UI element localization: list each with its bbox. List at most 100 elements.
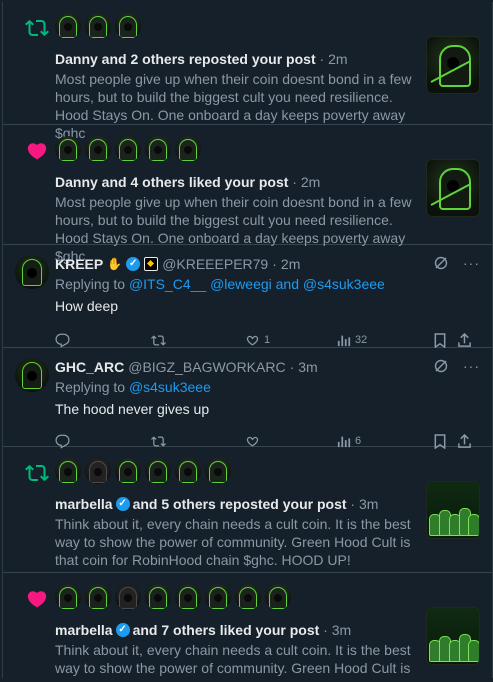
avatar[interactable] — [85, 458, 111, 484]
timestamp[interactable]: 3m — [298, 358, 317, 376]
reply-tweet[interactable]: GHC_ARC @BIGZ_BAGWORKARC · 3m ··· Replyi… — [3, 348, 492, 449]
avatar[interactable] — [115, 13, 141, 39]
avatar[interactable] — [85, 136, 111, 162]
actor-name[interactable]: Danny — [55, 51, 98, 67]
action-text: and 5 others reposted your post — [132, 496, 347, 512]
avatar[interactable] — [175, 458, 201, 484]
mention-links[interactable]: @s4suk3eee — [129, 379, 211, 395]
post-thumbnail[interactable] — [426, 36, 480, 94]
share-icon — [458, 332, 471, 347]
mention-links[interactable]: @ITS_C4__ @leweegi and @s4suk3eee — [129, 276, 385, 292]
tweet-header: GHC_ARC @BIGZ_BAGWORKARC · 3m — [55, 358, 480, 376]
avatar-row — [55, 12, 480, 40]
replying-prefix: Replying to — [55, 276, 129, 292]
like-button[interactable]: 1 — [245, 333, 337, 348]
tweet-top-actions: ··· — [433, 255, 480, 271]
avatar[interactable] — [55, 584, 81, 610]
repost-icon — [151, 334, 166, 346]
avatar[interactable] — [205, 584, 231, 610]
timestamp: · 2m — [315, 51, 348, 67]
post-thumbnail[interactable] — [426, 159, 480, 217]
avatar[interactable] — [175, 136, 201, 162]
tweet-top-actions: ··· — [433, 358, 480, 374]
bookmark-button[interactable] — [433, 332, 457, 348]
tweet-text: How deep — [55, 298, 119, 314]
grok-icon[interactable] — [433, 255, 449, 271]
notification-headline: marbella ✓ and 5 others reposted your po… — [55, 495, 480, 513]
post-thumbnail[interactable] — [426, 607, 480, 665]
timestamp: · 3m — [346, 496, 379, 512]
reply-button[interactable] — [55, 333, 151, 348]
avatar[interactable] — [175, 584, 201, 610]
repost-notification[interactable]: Danny and 2 others reposted your post · … — [3, 2, 492, 141]
avatar[interactable] — [115, 458, 141, 484]
avatar[interactable] — [15, 358, 49, 392]
tweet-header: KREEP ✋ ✓ @KREEEPER79 · 2m — [55, 255, 480, 273]
actor-name[interactable]: marbella — [55, 621, 113, 639]
avatar[interactable] — [85, 13, 111, 39]
bookmark-icon — [434, 332, 446, 348]
display-name[interactable]: KREEP — [55, 255, 103, 273]
avatar[interactable] — [115, 584, 141, 610]
avatar-row — [55, 583, 480, 611]
avatar[interactable] — [15, 255, 49, 289]
avatar[interactable] — [85, 584, 111, 610]
heart-icon — [23, 585, 51, 613]
actor-name[interactable]: marbella — [55, 495, 113, 513]
views-count: 6 — [355, 435, 362, 447]
heart-icon — [23, 137, 51, 165]
tweet-text: The hood never gives up — [55, 401, 210, 417]
views-count: 32 — [355, 334, 368, 346]
repost-button[interactable] — [151, 333, 245, 348]
avatar[interactable] — [55, 13, 81, 39]
action-text: and 7 others liked your post — [132, 622, 320, 638]
action-text: and 4 others liked your post — [97, 174, 289, 190]
repost-notification[interactable]: marbella ✓ and 5 others reposted your po… — [3, 447, 492, 573]
avatar[interactable] — [205, 458, 231, 484]
reply-tweet[interactable]: KREEP ✋ ✓ @KREEEPER79 · 2m ··· Replying … — [3, 245, 492, 348]
reply-icon — [55, 333, 70, 348]
more-options-icon[interactable]: ··· — [463, 255, 480, 271]
handle[interactable]: @BIGZ_BAGWORKARC — [128, 358, 285, 376]
replying-prefix: Replying to — [55, 379, 129, 395]
post-preview-text: Think about it, every chain needs a cult… — [55, 642, 411, 676]
notification-headline: marbella ✓ and 7 others liked your post … — [55, 621, 480, 639]
avatar-row — [55, 457, 480, 485]
views-button[interactable]: 32 — [337, 333, 433, 347]
verified-badge-icon: ✓ — [115, 623, 130, 637]
notifications-timeline: Danny and 2 others reposted your post · … — [2, 2, 493, 678]
avatar[interactable] — [145, 458, 171, 484]
avatar[interactable] — [145, 136, 171, 162]
action-text: and 2 others reposted your post — [97, 51, 316, 67]
views-button[interactable]: 6 — [337, 434, 433, 448]
separator-dot: · — [272, 256, 277, 272]
handle[interactable]: @KREEEPER79 — [162, 255, 268, 273]
repost-icon — [23, 14, 51, 42]
timestamp[interactable]: 2m — [281, 255, 300, 273]
actor-name[interactable]: Danny — [55, 174, 98, 190]
post-preview-text: Think about it, every chain needs a cult… — [55, 516, 411, 568]
grok-icon[interactable] — [433, 358, 449, 374]
notification-headline: Danny and 4 others liked your post · 2m — [55, 173, 480, 191]
avatar[interactable] — [145, 584, 171, 610]
avatar[interactable] — [265, 584, 291, 610]
views-icon — [337, 335, 351, 347]
like-notification[interactable]: Danny and 4 others liked your post · 2m … — [3, 125, 492, 264]
more-options-icon[interactable]: ··· — [463, 358, 480, 374]
replying-to: Replying to @ITS_C4__ @leweegi and @s4su… — [55, 275, 480, 293]
like-count: 1 — [264, 334, 271, 346]
flag-emoji-icon — [144, 257, 159, 271]
avatar[interactable] — [235, 584, 261, 610]
display-name[interactable]: GHC_ARC — [55, 358, 124, 376]
like-notification[interactable]: marbella ✓ and 7 others liked your post … — [3, 573, 492, 678]
repost-icon — [23, 459, 51, 487]
post-thumbnail[interactable] — [426, 481, 480, 539]
timestamp: · 3m — [319, 622, 352, 638]
avatar[interactable] — [55, 458, 81, 484]
avatar[interactable] — [115, 136, 141, 162]
verified-badge-icon: ✓ — [115, 497, 130, 511]
replying-to: Replying to @s4suk3eee — [55, 378, 480, 396]
timestamp: · 2m — [288, 174, 321, 190]
share-button[interactable] — [457, 332, 472, 348]
avatar[interactable] — [55, 136, 81, 162]
